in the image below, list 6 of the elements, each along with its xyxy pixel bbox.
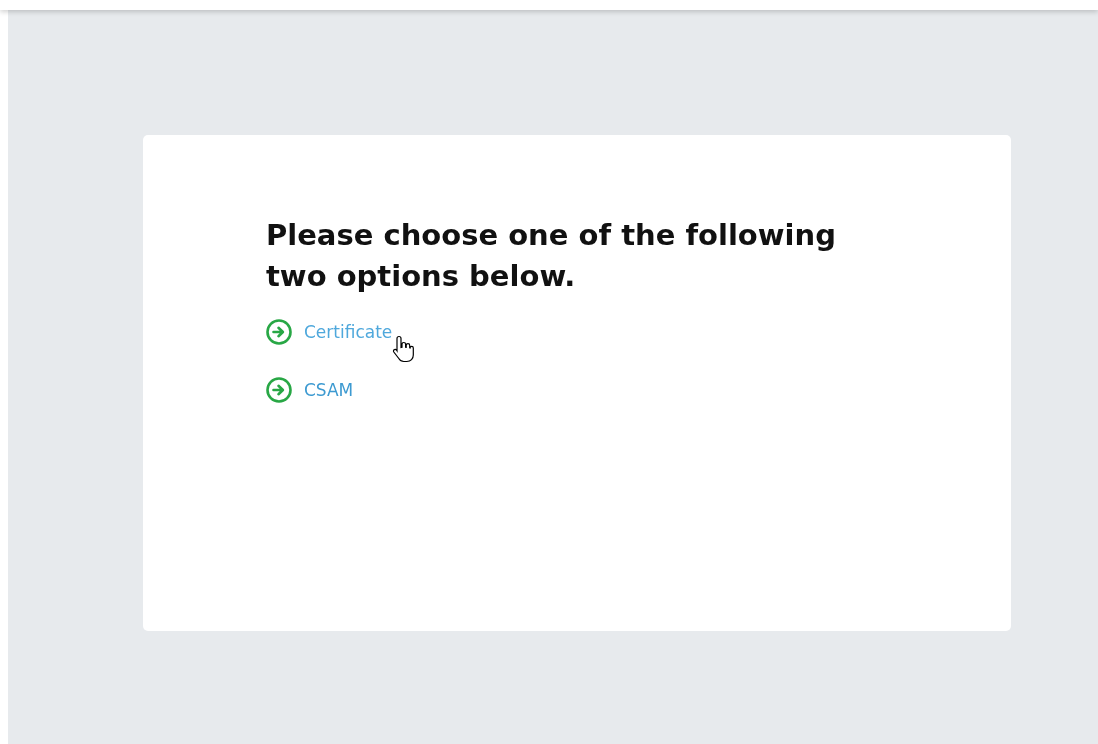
option-link[interactable]: Certificate xyxy=(304,322,393,342)
option-link[interactable]: CSAM xyxy=(304,380,354,400)
hand-cursor-icon xyxy=(392,334,414,364)
heading: Please choose one of the following two options below. xyxy=(266,217,837,295)
arrow-circle-icon[interactable] xyxy=(266,377,292,403)
arrow-circle-icon[interactable] xyxy=(266,319,292,345)
